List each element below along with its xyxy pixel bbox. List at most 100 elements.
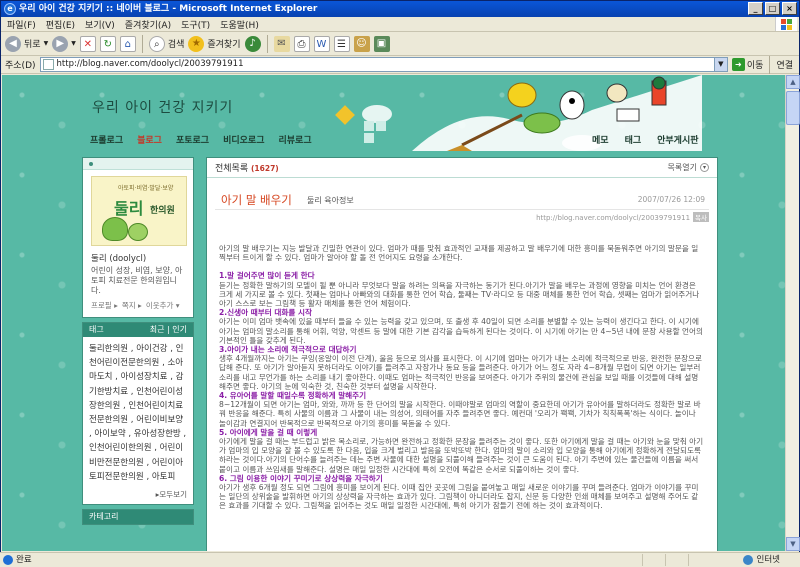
- status-bar: 완료 인터넷: [0, 552, 800, 567]
- post-url: http://blog.naver.com/doolycl/2003979191…: [536, 212, 709, 222]
- menu-view[interactable]: 보기(V): [85, 18, 115, 31]
- section-text: 8~12개월이 되면 아기는 엄마, 와와, 까까 등 한 단어의 말을 시작한…: [219, 400, 701, 428]
- profile-image[interactable]: 아토피·비염·발달·보양 둘리 한의원: [91, 176, 187, 246]
- chevron-down-icon[interactable]: ▼: [713, 58, 727, 71]
- section-heading: 3.아이가 내는 소리에 적극적으로 대답하기: [219, 345, 357, 355]
- menu-file[interactable]: 파일(F): [7, 18, 36, 31]
- security-zone: 인터넷: [742, 553, 780, 567]
- edit-icon[interactable]: W: [313, 35, 330, 52]
- sidebar: 아토피·비염·발달·보양 둘리 한의원 둘리 (doolycl) 어린이 성장,…: [82, 157, 194, 529]
- messenger-icon[interactable]: ☺: [353, 35, 370, 52]
- chevron-down-icon: ▼: [43, 40, 49, 47]
- post-date: 2007/07/26 12:09: [637, 195, 705, 204]
- toolbar-separator: [769, 55, 771, 74]
- section-text: 아기는 이미 엄마 뱃속에 있을 때부터 들을 수 있는 능력을 갖고 있으며,…: [219, 317, 703, 345]
- scroll-thumb[interactable]: [786, 91, 800, 125]
- status-text: 완료: [16, 555, 32, 565]
- tag-sort-toggle[interactable]: 최근 | 인기: [150, 323, 187, 337]
- tag-list[interactable]: 둘리한의원 , 아이건강 , 인천어린이전문한의원 , 소아마도치 , 아이성장…: [83, 337, 193, 489]
- address-input[interactable]: http://blog.naver.com/doolycl/2003979191…: [39, 57, 728, 72]
- profile-nickname: 둘리 (doolycl): [91, 254, 147, 264]
- post-list-label[interactable]: 전체목록: [215, 164, 248, 174]
- discuss-icon[interactable]: ☰: [333, 35, 350, 52]
- menu-bar: 파일(F) 편집(E) 보기(V) 즐겨찾기(A) 도구(T) 도움말(H): [1, 17, 799, 32]
- scroll-up-icon[interactable]: ▲: [786, 75, 800, 89]
- section-text: 듣기는 정확한 말하기의 모델이 될 뿐 아니라 무엇보다 말을 하려는 의욕을…: [219, 280, 700, 309]
- nav-guestbook[interactable]: 안부게시판: [657, 133, 698, 146]
- nav-memo[interactable]: 메모: [592, 133, 609, 146]
- stop-icon[interactable]: ✕: [79, 35, 96, 52]
- go-button[interactable]: ➜ 이동: [731, 58, 763, 71]
- category-heading[interactable]: 카테고리: [83, 510, 193, 525]
- title-bar: e 우리 아이 건강 지키기 :: 네이버 블로그 - Microsoft In…: [1, 1, 799, 17]
- nav-photolog[interactable]: 포토로그: [176, 133, 209, 146]
- favorites-button[interactable]: ★ 즐겨찾기: [188, 35, 241, 52]
- maximize-button[interactable]: □: [765, 2, 780, 15]
- tag-heading: 태그: [89, 325, 104, 334]
- search-icon: ⌕: [148, 35, 165, 52]
- post-list-bar: 전체목록 (1627) 목록열기 ▾: [207, 158, 717, 178]
- minimize-button[interactable]: _: [748, 2, 763, 15]
- profile-description: 어린이 성장, 비염, 보양, 아토피 치료전문 한의원입니다.: [91, 266, 183, 295]
- section-heading: 5. 아이에게 말을 걸 때 이렇게: [219, 427, 318, 437]
- close-button[interactable]: ×: [782, 2, 797, 15]
- section-heading: 6. 그림 이용한 이야기 꾸미기로 상상력을 자극하기: [219, 473, 383, 483]
- media-icon[interactable]: ♪: [244, 35, 261, 52]
- nav-reviewlog[interactable]: 리뷰로그: [279, 133, 312, 146]
- blog-title: 우리 아이 건강 지키기: [92, 100, 234, 116]
- toolbar-separator: [141, 34, 143, 53]
- nav-videolog[interactable]: 비디오로그: [223, 133, 264, 146]
- blog-nav: 프롤로그 블로그 포토로그 비디오로그 리뷰로그 메모 태그 안부게시판: [2, 129, 785, 149]
- post-body: 아기의 말 배우기는 지능 발달과 긴밀한 연관이 있다. 엄마가 때를 맞춰 …: [219, 244, 705, 511]
- add-neighbor-link[interactable]: 이웃추가 ▾: [146, 300, 180, 311]
- post-category[interactable]: 둘리 육아정보: [307, 195, 354, 206]
- section-heading: 4. 유아어를 말할 때일수록 정확하게 말해주기: [219, 391, 367, 401]
- star-icon: ★: [188, 35, 205, 52]
- vertical-scrollbar[interactable]: ▲ ▼: [785, 75, 800, 551]
- page-done-icon: [3, 555, 13, 565]
- go-arrow-icon: ➜: [731, 58, 745, 71]
- research-icon[interactable]: ▣: [373, 35, 390, 52]
- category-box: 카테고리: [82, 509, 194, 526]
- section-heading: 1.말 걸어주면 많이 듣게 한다: [219, 271, 315, 281]
- menu-help[interactable]: 도움말(H): [220, 18, 259, 31]
- forward-button[interactable]: ▶ ▼: [52, 35, 76, 52]
- search-button[interactable]: ⌕ 검색: [148, 35, 184, 52]
- section-text: 아기가 생후 6개월 정도 되면 그림에 흥미를 보이게 된다. 이때 집안 곳…: [219, 483, 699, 511]
- post-header: 아기 말 배우기 둘리 육아정보 2007/07/26 12:09: [215, 192, 709, 210]
- frog-character-icon: [102, 217, 128, 241]
- nav-tag[interactable]: 태그: [625, 133, 642, 146]
- ie-icon: e: [4, 3, 16, 15]
- scroll-down-icon[interactable]: ▼: [786, 537, 800, 551]
- list-open-toggle[interactable]: 목록열기 ▾: [668, 162, 709, 173]
- nav-blog[interactable]: 블로그: [137, 133, 162, 146]
- globe-icon: [742, 555, 753, 565]
- toolbar: ◀ 뒤로 ▼ ▶ ▼ ✕ ↻ ⌂ ⌕ 검색 ★ 즐겨찾기 ♪ ✉ ⎙ W ☰ ☺…: [1, 32, 799, 56]
- post-count: (1627): [251, 164, 279, 173]
- mail-icon[interactable]: ✉: [273, 35, 290, 52]
- home-icon[interactable]: ⌂: [119, 35, 136, 52]
- tag-box: 태그 최근 | 인기 둘리한의원 , 아이건강 , 인천어린이전문한의원 , 소…: [82, 322, 194, 506]
- menu-edit[interactable]: 편집(E): [46, 18, 75, 31]
- menu-tools[interactable]: 도구(T): [181, 18, 210, 31]
- chevron-down-icon: ▼: [71, 40, 76, 47]
- profile-box: 아토피·비염·발달·보양 둘리 한의원 둘리 (doolycl) 어린이 성장,…: [82, 157, 194, 318]
- message-link[interactable]: 쪽지 ▸: [122, 300, 142, 311]
- menu-favorites[interactable]: 즐겨찾기(A): [125, 18, 171, 31]
- profile-link[interactable]: 프로필 ▸: [91, 300, 118, 311]
- page-icon: [42, 59, 54, 70]
- print-icon[interactable]: ⎙: [293, 35, 310, 52]
- nav-prologue[interactable]: 프롤로그: [90, 133, 123, 146]
- windows-logo-icon: [775, 17, 797, 31]
- toolbar-separator: [266, 34, 268, 53]
- forward-arrow-icon: ▶: [52, 35, 69, 52]
- post-title[interactable]: 아기 말 배우기: [221, 192, 292, 208]
- back-button[interactable]: ◀ 뒤로 ▼: [5, 35, 49, 52]
- address-label: 주소(D): [5, 61, 36, 71]
- copy-url-button[interactable]: 복사: [693, 212, 709, 222]
- view-all-tags-link[interactable]: ▸모두보기: [83, 489, 193, 504]
- links-button[interactable]: 연결: [776, 58, 799, 71]
- back-arrow-icon: ◀: [5, 35, 21, 52]
- refresh-icon[interactable]: ↻: [99, 35, 116, 52]
- section-text: 생후 4개월까지는 아기는 쿠잉(옹알이 이전 단계), 울음 등으로 의사를 …: [219, 354, 703, 391]
